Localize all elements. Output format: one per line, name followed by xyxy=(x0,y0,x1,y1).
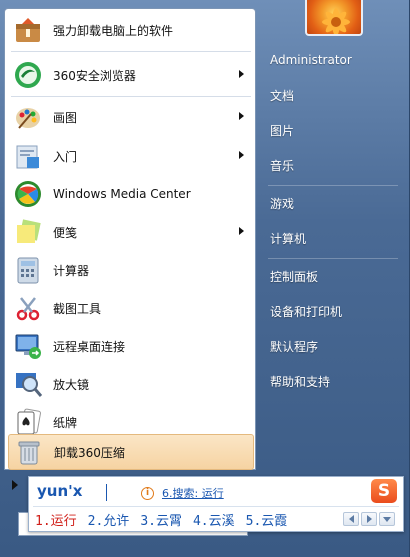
remote-desktop-icon xyxy=(12,330,44,362)
ime-page-buttons xyxy=(343,512,395,526)
submenu-arrow-icon xyxy=(239,112,244,120)
ime-candidate[interactable]: 2.允许 xyxy=(88,510,130,529)
program-item-snipping-tool[interactable]: 截图工具 xyxy=(8,290,254,326)
program-item-magnifier[interactable]: 放大镜 xyxy=(8,366,254,402)
uninstall-box-icon xyxy=(12,14,44,46)
program-item-getting-started[interactable]: 入门 xyxy=(8,138,254,174)
ime-divider xyxy=(33,506,399,507)
submenu-arrow-icon xyxy=(239,70,244,78)
snipping-tool-icon xyxy=(12,292,44,324)
expand-candidates-button[interactable] xyxy=(379,512,395,526)
sticky-notes-icon xyxy=(12,216,44,248)
chevron-left-icon xyxy=(348,515,354,523)
ime-candidate[interactable]: 4.云溪 xyxy=(193,510,235,529)
360-browser-icon xyxy=(12,59,44,91)
ime-search-hint[interactable]: i 6.搜索: 运行 xyxy=(141,485,224,501)
place-devices-printers[interactable]: 设备和打印机 xyxy=(262,297,402,325)
program-label: 强力卸载电脑上的软件 xyxy=(53,23,174,38)
ime-caret xyxy=(106,484,107,501)
ime-composition-text: yun'x xyxy=(37,482,83,500)
info-icon: i xyxy=(141,486,154,500)
ime-candidate[interactable]: 3.云霄 xyxy=(140,510,182,529)
place-documents[interactable]: 文档 xyxy=(262,81,402,109)
program-item-media-center[interactable]: Windows Media Center xyxy=(8,176,254,212)
start-menu: 强力卸载电脑上的软件 360安全浏览器 画图 入门 Windows Media … xyxy=(0,0,410,557)
chevron-down-icon xyxy=(383,516,391,522)
program-item-uninstall-software[interactable]: 强力卸载电脑上的软件 xyxy=(8,12,254,48)
program-item-360-browser[interactable]: 360安全浏览器 xyxy=(8,57,254,93)
place-pictures[interactable]: 图片 xyxy=(262,116,402,144)
pinned-divider xyxy=(11,96,251,97)
submenu-arrow-icon xyxy=(239,227,244,235)
places-divider xyxy=(268,258,398,259)
paint-palette-icon xyxy=(12,101,44,133)
user-avatar[interactable] xyxy=(305,0,363,36)
place-administrator[interactable]: Administrator xyxy=(262,46,402,74)
place-music[interactable]: 音乐 xyxy=(262,151,402,179)
next-page-button[interactable] xyxy=(361,512,377,526)
program-item-sticky-notes[interactable]: 便笺 xyxy=(8,214,254,250)
ime-candidate-list: 1.运行 2.允许 3.云霄 4.云溪 5.云霞 xyxy=(35,510,287,529)
places-divider xyxy=(268,185,398,186)
program-label: 纸牌 xyxy=(53,415,78,430)
magnifier-icon xyxy=(12,368,44,400)
program-label: 360安全浏览器 xyxy=(53,68,136,83)
program-label: 画图 xyxy=(53,110,78,125)
program-label: 截图工具 xyxy=(53,301,102,316)
getting-started-icon xyxy=(12,140,44,172)
ime-candidate[interactable]: 5.云霞 xyxy=(246,510,288,529)
media-center-icon xyxy=(12,178,44,210)
program-item-calculator[interactable]: 计算器 xyxy=(8,252,254,288)
place-help-support[interactable]: 帮助和支持 xyxy=(262,367,402,395)
program-item-paint[interactable]: 画图 xyxy=(8,99,254,135)
recycle-bin-icon xyxy=(13,436,45,468)
program-label: 远程桌面连接 xyxy=(53,339,126,354)
place-control-panel[interactable]: 控制面板 xyxy=(262,262,402,290)
ime-hint-text: 6.搜索: 运行 xyxy=(162,487,224,500)
program-item-uninstall-360zip[interactable]: 卸载360压缩 xyxy=(8,434,254,470)
program-label: 卸载360压缩 xyxy=(54,445,125,460)
submenu-arrow-icon xyxy=(239,151,244,159)
program-list: 强力卸载电脑上的软件 360安全浏览器 画图 入门 Windows Media … xyxy=(4,8,256,470)
ime-candidate-window: yun'x i 6.搜索: 运行 S 1.运行 2.允许 3.云霄 4.云溪 5… xyxy=(28,476,404,532)
all-programs-arrow-icon[interactable] xyxy=(12,480,18,490)
calculator-icon xyxy=(12,254,44,286)
program-label: 计算器 xyxy=(53,263,90,278)
place-games[interactable]: 游戏 xyxy=(262,189,402,217)
ime-candidate[interactable]: 1.运行 xyxy=(35,510,77,529)
program-label: 放大镜 xyxy=(53,377,90,392)
flower-icon xyxy=(322,8,350,34)
place-default-programs[interactable]: 默认程序 xyxy=(262,332,402,360)
program-label: Windows Media Center xyxy=(53,187,191,201)
sogou-logo-icon[interactable]: S xyxy=(371,479,397,503)
prev-page-button[interactable] xyxy=(343,512,359,526)
pinned-divider xyxy=(11,51,251,52)
program-label: 便笺 xyxy=(53,225,78,240)
program-item-remote-desktop[interactable]: 远程桌面连接 xyxy=(8,328,254,364)
chevron-right-icon xyxy=(366,515,372,523)
program-label: 入门 xyxy=(53,149,78,164)
place-computer[interactable]: 计算机 xyxy=(262,224,402,252)
